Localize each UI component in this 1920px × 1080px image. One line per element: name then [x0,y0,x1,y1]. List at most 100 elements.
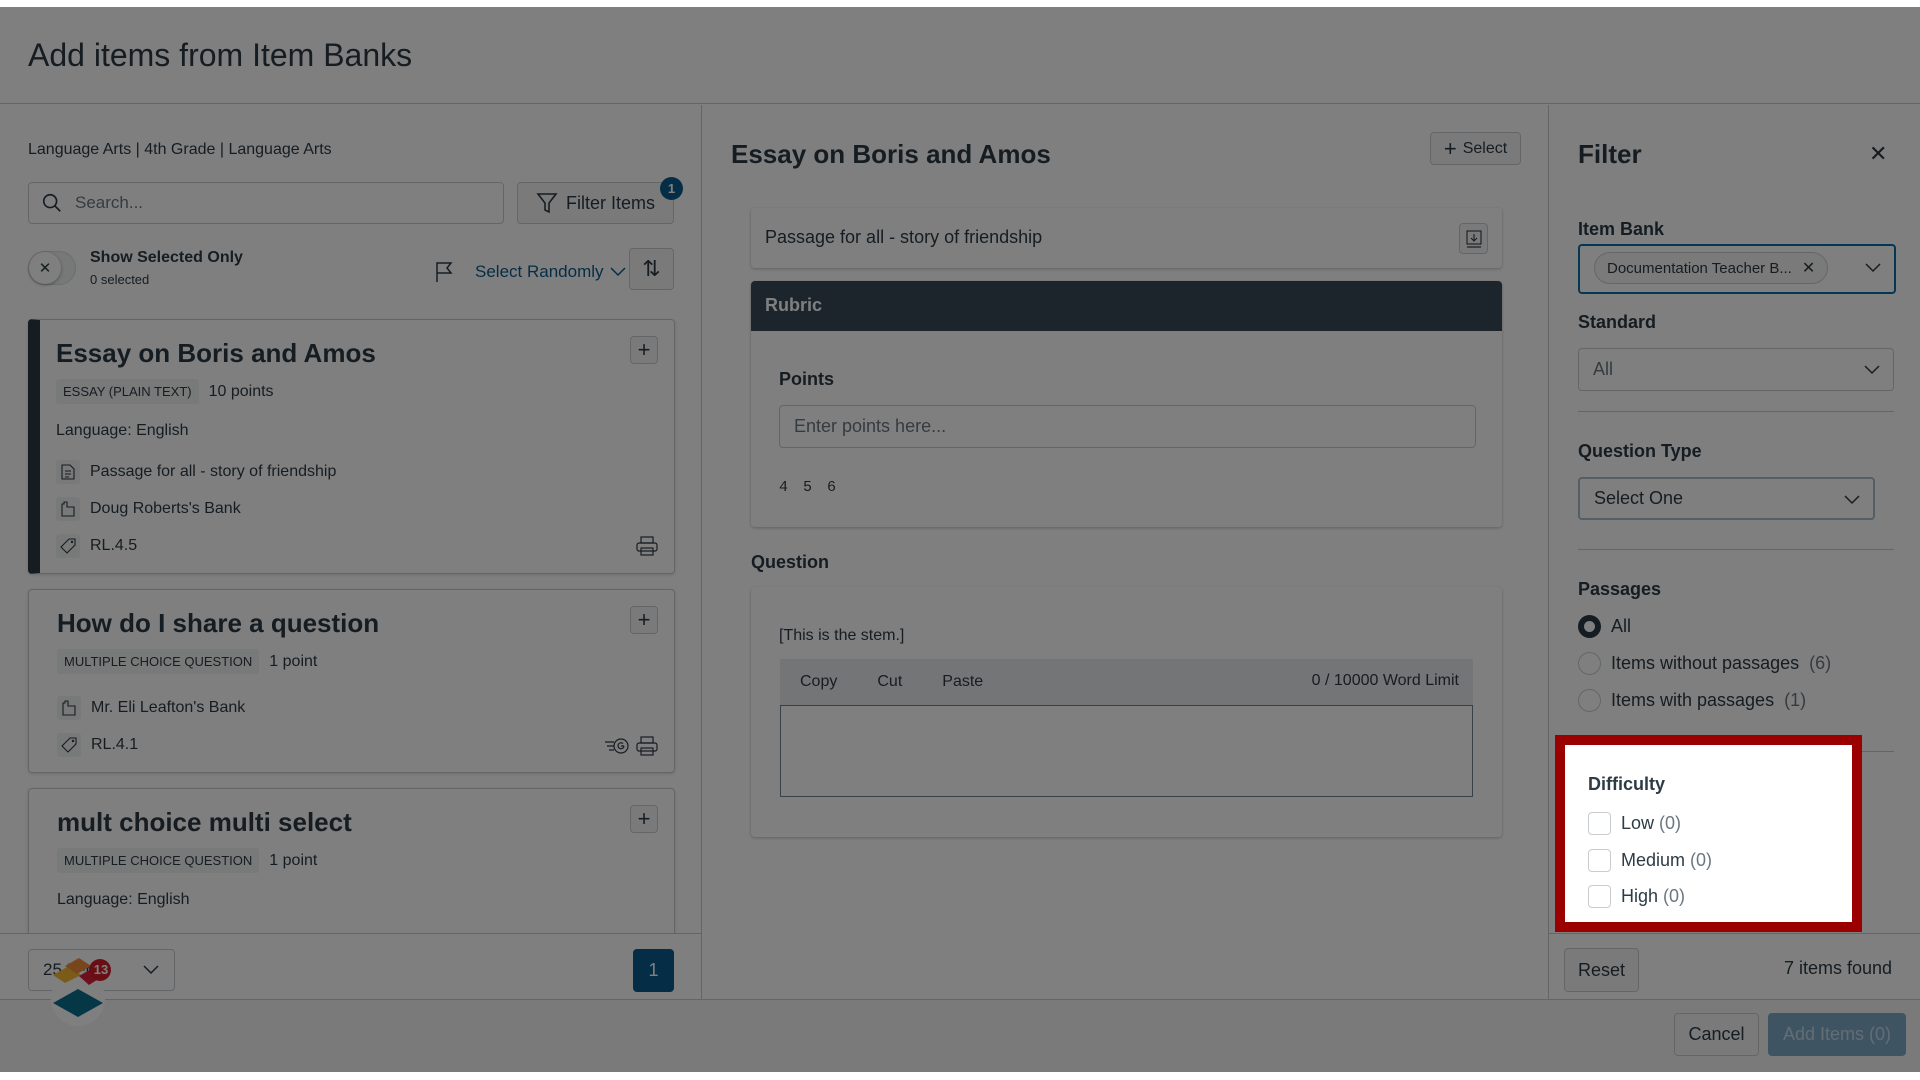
top-strip [0,0,1920,7]
expand-passage-button[interactable] [1459,223,1488,254]
standard-select[interactable]: All [1578,348,1894,391]
passage-option-count: (1) [1784,690,1807,710]
download-icon [1465,229,1482,248]
divider [1578,549,1894,550]
item-meta: ESSAY (PLAIN TEXT) 10 points [56,379,274,404]
item-standard: RL.4.1 [91,736,139,753]
print-icon[interactable] [636,536,658,556]
chevron-down-icon [1865,263,1881,273]
item-title: How do I share a question [57,608,380,638]
item-bank-select[interactable]: Documentation Teacher B... ✕ [1578,244,1896,294]
modal-header: Add items from Item Banks [0,7,1920,104]
show-selected-label: Show Selected Only [90,249,243,266]
cancel-button[interactable]: Cancel [1674,1013,1759,1056]
item-title: mult choice multi select [57,807,352,837]
item-standard-row: RL.4.5 [56,534,137,558]
question-type-label: Question Type [1578,441,1702,461]
standard-value: All [1593,359,1614,379]
bank-icon [56,497,80,521]
close-filter-icon[interactable]: ✕ [1869,141,1887,167]
passage-option-all[interactable]: All [1578,615,1631,638]
item-type-tag: ESSAY (PLAIN TEXT) [56,379,199,404]
item-language: Language: English [57,891,190,908]
add-item-button[interactable]: + [630,606,658,634]
add-items-button[interactable]: Add Items (0) [1768,1013,1906,1056]
points-label: Points [779,369,835,389]
chevron-down-icon [143,965,159,975]
modal-title: Add items from Item Banks [28,37,413,73]
radio-checked[interactable] [1578,615,1601,638]
checkbox[interactable] [1588,885,1611,908]
filter-footer: Reset 7 items found [1549,933,1920,999]
item-card[interactable]: Essay on Boris and Amos + ESSAY (PLAIN T… [28,319,675,574]
radio-unchecked[interactable] [1578,652,1601,675]
select-randomly-dropdown[interactable]: Select Randomly [475,262,626,282]
preview-title: Essay on Boris and Amos [731,139,1051,169]
remove-chip-icon[interactable]: ✕ [1802,258,1815,278]
breadcrumb: Language Arts | 4th Grade | Language Art… [28,141,332,158]
passage-option-with[interactable]: Items with passages (1) [1578,689,1806,712]
copy-button[interactable]: Copy [800,673,837,691]
plus-icon: + [1443,135,1457,161]
question-stem: [This is the stem.] [779,627,905,644]
search-input[interactable] [75,193,475,213]
difficulty-option-low[interactable]: Low (0) [1588,812,1681,835]
filter-title: Filter [1578,139,1642,169]
radio-unchecked[interactable] [1578,689,1601,712]
bottom-strip [0,1072,1920,1080]
select-item-button[interactable]: + Select [1430,132,1521,165]
difficulty-option-high[interactable]: High (0) [1588,885,1685,908]
item-passage-row: Passage for all - story of friendship [56,460,336,484]
chevron-down-icon [1844,495,1860,505]
item-title: Essay on Boris and Amos [56,338,376,368]
item-type-tag: MULTIPLE CHOICE QUESTION [57,848,260,873]
passage-option-without[interactable]: Items without passages (6) [1578,652,1831,675]
sort-icon: ⇅ [642,256,661,281]
item-card[interactable]: mult choice multi select + MULTIPLE CHOI… [28,788,675,948]
reset-button[interactable]: Reset [1564,948,1639,992]
add-item-button[interactable]: + [630,805,658,833]
word-limit: 0 / 10000 Word Limit [1311,672,1459,689]
item-card[interactable]: How do I share a question + MULTIPLE CHO… [28,589,675,773]
tag-icon [57,733,81,757]
item-bank-row: Mr. Eli Leafton's Bank [57,696,245,720]
select-randomly-label: Select Randomly [475,262,604,281]
filter-items-button[interactable]: Filter Items [517,182,674,224]
item-bank: Mr. Eli Leafton's Bank [91,699,246,716]
divider [1578,411,1894,412]
sort-button[interactable]: ⇅ [629,248,674,290]
passage-bar[interactable]: Passage for all - story of friendship [751,208,1502,268]
chevron-down-icon [1864,365,1880,375]
item-bank-chip: Documentation Teacher B... ✕ [1594,252,1829,284]
essay-textarea[interactable] [780,705,1473,797]
checkbox[interactable] [1588,812,1611,835]
show-selected-toggle[interactable]: ✕ [28,251,76,285]
checkbox[interactable] [1588,849,1611,872]
item-type-tag: MULTIPLE CHOICE QUESTION [57,649,260,674]
search-box[interactable] [28,182,504,224]
paste-button[interactable]: Paste [942,673,983,691]
difficulty-highlight: Difficulty Low (0) Medium (0) High (0) [1555,735,1862,932]
difficulty-option-label: Medium [1621,850,1686,870]
print-icon[interactable] [636,736,658,756]
item-list-panel: Language Arts | 4th Grade | Language Art… [0,105,702,999]
item-bank-chip-label: Documentation Teacher B... [1607,259,1792,277]
floating-launcher[interactable]: 13 [45,955,111,1027]
points-input[interactable] [779,405,1476,448]
item-tools [636,536,658,556]
select-label: Select [1462,139,1508,157]
item-points: 10 points [208,382,274,400]
passage-option-label: All [1611,616,1632,636]
page-button-current[interactable]: 1 [633,949,674,992]
question-type-select[interactable]: Select One [1578,477,1875,520]
item-bank: Doug Roberts's Bank [90,500,241,517]
rubric-header: Rubric [751,281,1502,331]
question-card: [This is the stem.] Copy Cut Paste 0 / 1… [751,587,1502,837]
rubric-values: 4 5 6 [779,479,840,496]
item-preview-panel: Essay on Boris and Amos + Select Passage… [702,105,1549,999]
cut-button[interactable]: Cut [877,673,902,691]
difficulty-option-medium[interactable]: Medium (0) [1588,849,1712,872]
add-item-button[interactable]: + [630,336,658,364]
item-meta: MULTIPLE CHOICE QUESTION 1 point [57,649,317,674]
google-share-icon[interactable] [604,736,630,756]
